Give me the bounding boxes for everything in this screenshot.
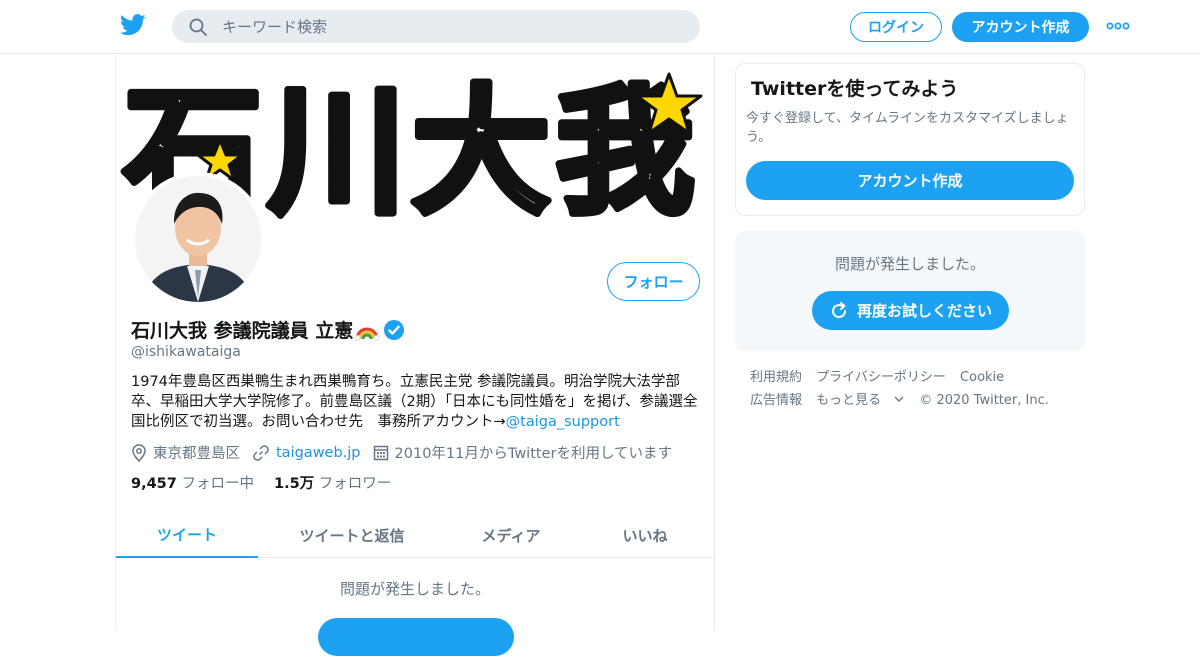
footer-more-label: もっと見る xyxy=(816,393,882,408)
profile-column: 石川大我 フォロー 石川大我 参議院議員 立憲 @ishikawataiga 1… xyxy=(115,54,715,656)
profile-bio: 1974年豊島区西巣鴨生まれ西巣鴨育ち。立憲民主党 参議院議員。明治学院大法学部… xyxy=(131,372,701,432)
footer-link-terms[interactable]: 利用規約 xyxy=(750,366,802,389)
chevron-down-icon xyxy=(894,396,904,402)
joined-item: 2010年11月からTwitterを利用しています xyxy=(373,442,673,463)
location-item: 東京都豊島区 xyxy=(131,442,240,463)
following-stat[interactable]: 9,457 フォロー中 xyxy=(131,472,254,493)
login-button[interactable]: ログイン xyxy=(850,12,942,42)
signup-card-title: Twitterを使ってみよう xyxy=(751,78,959,100)
top-bar: ログイン アカウント作成 xyxy=(0,0,1200,54)
rainbow-emoji-icon xyxy=(355,327,380,341)
retry-label: 再度お試しください xyxy=(856,302,992,320)
retry-button[interactable]: 再度お試しください xyxy=(812,291,1009,330)
signup-button[interactable]: アカウント作成 xyxy=(952,12,1089,42)
followers-label: フォロワー xyxy=(318,476,392,492)
error-card: 問題が発生しました。 再度お試しください xyxy=(735,231,1085,351)
signup-card: Twitterを使ってみよう 今すぐ登録して、タイムラインをカスタマイズしましょ… xyxy=(735,63,1085,216)
tab-media[interactable]: メディア xyxy=(446,512,576,558)
calendar-icon xyxy=(373,445,388,461)
timeline-retry-button[interactable] xyxy=(318,618,514,656)
following-label: フォロー中 xyxy=(181,476,254,492)
tab-tweets-and-replies[interactable]: ツイートと返信 xyxy=(258,512,446,558)
more-options-icon[interactable] xyxy=(1106,19,1130,33)
followers-stat[interactable]: 1.5万 フォロワー xyxy=(274,472,391,493)
avatar-photo xyxy=(135,176,261,302)
footer-link-more[interactable]: もっと見る xyxy=(816,389,905,412)
website-link[interactable]: taigaweb.jp xyxy=(276,445,361,461)
profile-name-row: 石川大我 参議院議員 立憲 xyxy=(131,316,405,343)
bio-mention-link[interactable]: @taiga_support xyxy=(506,414,620,430)
refresh-icon xyxy=(832,301,846,318)
following-count: 9,457 xyxy=(131,476,177,492)
error-card-message: 問題が発生しました。 xyxy=(834,255,985,273)
profile-handle[interactable]: @ishikawataiga xyxy=(131,344,241,360)
card-signup-button[interactable]: アカウント作成 xyxy=(746,161,1074,200)
followers-count: 1.5万 xyxy=(273,476,315,492)
search-input[interactable] xyxy=(222,10,682,43)
verified-badge-icon xyxy=(384,319,405,340)
joined-text: 2010年11月からTwitterを利用しています xyxy=(394,446,673,462)
profile-meta: 東京都豊島区 taigaweb.jp 2010年11月からTwitterを利用し… xyxy=(131,442,684,463)
tab-tweets[interactable]: ツイート xyxy=(116,512,258,558)
footer-copyright: © 2020 Twitter, Inc. xyxy=(919,393,1049,408)
search-bar[interactable] xyxy=(172,10,700,43)
follow-button[interactable]: フォロー xyxy=(607,262,700,301)
profile-avatar[interactable] xyxy=(131,172,265,306)
link-icon xyxy=(253,444,269,461)
location-pin-icon xyxy=(132,443,146,462)
footer-links: 利用規約 プライバシーポリシー Cookie 広告情報 もっと見る © 2020… xyxy=(750,366,1080,412)
search-icon xyxy=(189,18,207,36)
footer-link-privacy[interactable]: プライバシーポリシー xyxy=(816,366,946,389)
footer-link-ads[interactable]: 広告情報 xyxy=(750,389,802,412)
profile-tabs: ツイート ツイートと返信 メディア いいね xyxy=(116,512,714,558)
footer-link-cookie[interactable]: Cookie xyxy=(960,366,1004,389)
tab-likes[interactable]: いいね xyxy=(576,512,714,558)
signup-card-description: 今すぐ登録して、タイムラインをカスタマイズしましょう。 xyxy=(746,111,1069,145)
profile-stats: 9,457 フォロー中 1.5万 フォロワー xyxy=(131,472,411,493)
profile-name: 石川大我 参議院議員 立憲 xyxy=(131,320,354,342)
location-text: 東京都豊島区 xyxy=(153,446,240,462)
website-item[interactable]: taigaweb.jp xyxy=(252,444,361,462)
twitter-bird-icon[interactable] xyxy=(120,14,146,36)
timeline-error-message: 問題が発生しました。 xyxy=(339,580,490,598)
